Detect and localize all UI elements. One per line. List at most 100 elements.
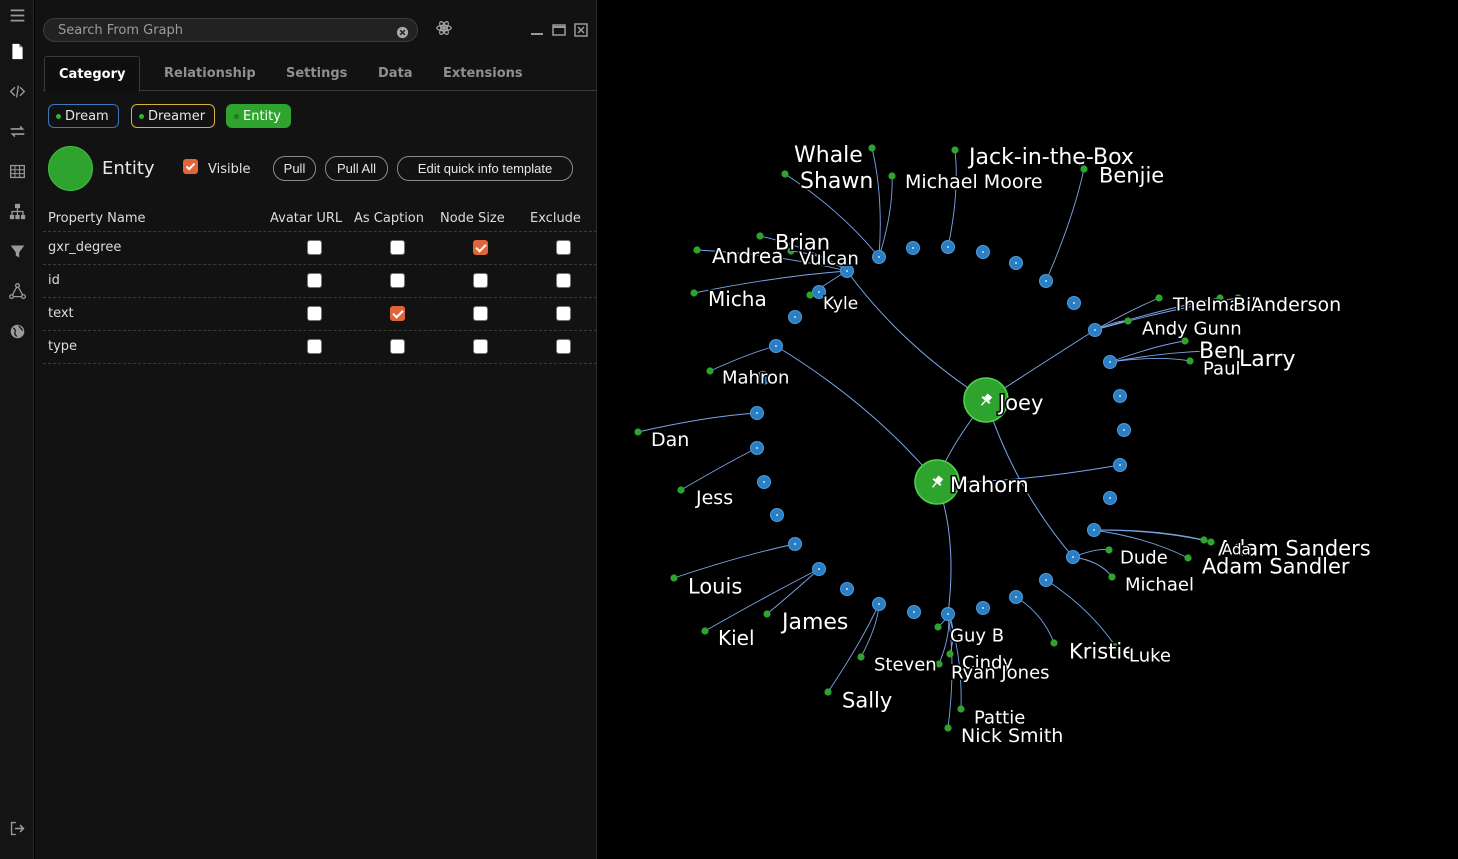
entity-node[interactable] [1155, 294, 1163, 302]
pull-button[interactable]: Pull [273, 156, 316, 181]
entity-node[interactable] [888, 172, 896, 180]
logout-icon[interactable] [7, 818, 27, 838]
globe-icon[interactable] [7, 321, 27, 341]
menu-icon[interactable] [7, 5, 27, 25]
dream-node[interactable] [1113, 458, 1127, 472]
dream-node[interactable] [750, 406, 764, 420]
node-size-checkbox[interactable] [473, 273, 488, 288]
avatar-url-checkbox[interactable] [307, 339, 322, 354]
avatar-url-checkbox[interactable] [307, 240, 322, 255]
category-chip-dream[interactable]: Dream [48, 104, 119, 128]
atom-settings-icon[interactable] [435, 19, 453, 37]
category-chip-entity[interactable]: Entity [226, 104, 291, 128]
dream-node[interactable] [1066, 550, 1080, 564]
maximize-icon[interactable] [552, 22, 566, 36]
dream-node[interactable] [1117, 423, 1131, 437]
dream-node[interactable] [872, 250, 886, 264]
entity-node[interactable] [946, 650, 954, 658]
entity-node[interactable] [857, 653, 865, 661]
hierarchy-icon[interactable] [7, 201, 27, 221]
visible-checkbox[interactable] [183, 159, 198, 174]
dream-node[interactable] [788, 310, 802, 324]
dream-node[interactable] [770, 508, 784, 522]
dream-node[interactable] [976, 601, 990, 615]
as-caption-checkbox[interactable] [390, 240, 405, 255]
dream-node[interactable] [757, 475, 771, 489]
exclude-checkbox[interactable] [556, 273, 571, 288]
entity-node[interactable] [677, 486, 685, 494]
dream-node[interactable] [769, 339, 783, 353]
table-icon[interactable] [7, 161, 27, 181]
entity-node[interactable] [944, 724, 952, 732]
entity-node[interactable] [706, 367, 714, 375]
entity-node[interactable] [1184, 554, 1192, 562]
document-icon[interactable] [7, 41, 27, 61]
entity-node[interactable] [1200, 536, 1208, 544]
code-icon[interactable] [7, 81, 27, 101]
dream-node[interactable] [1039, 573, 1053, 587]
minimize-icon[interactable] [530, 22, 544, 36]
node-size-checkbox[interactable] [473, 339, 488, 354]
as-caption-checkbox[interactable] [390, 339, 405, 354]
close-panel-icon[interactable] [574, 22, 588, 37]
graph-svg[interactable]: JoeyMahornWhale Jack-in-the-BoxShawn Micha… [598, 0, 1458, 859]
entity-node[interactable] [951, 146, 959, 154]
dream-node[interactable] [1088, 323, 1102, 337]
avatar-url-checkbox[interactable] [307, 306, 322, 321]
entity-node[interactable] [693, 246, 701, 254]
dream-node[interactable] [1067, 296, 1081, 310]
dream-node[interactable] [1009, 256, 1023, 270]
dream-node[interactable] [1103, 355, 1117, 369]
swap-arrows-icon[interactable] [7, 121, 27, 141]
entity-node[interactable] [781, 170, 789, 178]
entity-node[interactable] [670, 574, 678, 582]
network-icon[interactable] [7, 281, 27, 301]
tab-extensions[interactable]: Extensions [429, 56, 537, 91]
entity-node[interactable] [1105, 546, 1113, 554]
node-size-checkbox[interactable] [473, 306, 488, 321]
pull-all-button[interactable]: Pull All [325, 156, 388, 181]
entity-node[interactable] [1124, 317, 1132, 325]
dream-node[interactable] [906, 241, 920, 255]
entity-node[interactable] [1108, 573, 1116, 581]
dream-node[interactable] [941, 240, 955, 254]
edit-quick-info-template-button[interactable]: Edit quick info template [397, 156, 573, 181]
graph-canvas[interactable]: Joey Mahorn Whale Jack-in-the-Box Shawn Micha… [598, 0, 1458, 859]
as-caption-checkbox[interactable] [390, 306, 405, 321]
entity-node[interactable] [934, 623, 942, 631]
exclude-checkbox[interactable] [556, 339, 571, 354]
avatar-url-checkbox[interactable] [307, 273, 322, 288]
entity-node[interactable] [824, 688, 832, 696]
entity-node[interactable] [756, 232, 764, 240]
category-color-swatch[interactable] [48, 146, 93, 191]
as-caption-checkbox[interactable] [390, 273, 405, 288]
dream-node[interactable] [840, 582, 854, 596]
entity-node[interactable] [763, 610, 771, 618]
dream-node[interactable] [1039, 274, 1053, 288]
dream-node[interactable] [1087, 523, 1101, 537]
entity-node[interactable] [701, 627, 709, 635]
entity-node[interactable] [957, 705, 965, 713]
dream-node[interactable] [750, 441, 764, 455]
clear-search-icon[interactable] [396, 24, 409, 39]
exclude-checkbox[interactable] [556, 306, 571, 321]
category-chip-dreamer[interactable]: Dreamer [131, 104, 216, 128]
dream-node[interactable] [1103, 491, 1117, 505]
tab-relationship[interactable]: Relationship [150, 56, 270, 91]
dream-node[interactable] [872, 597, 886, 611]
entity-node[interactable] [634, 428, 642, 436]
tab-settings[interactable]: Settings [272, 56, 361, 91]
dream-node[interactable] [907, 605, 921, 619]
dream-node[interactable] [1113, 389, 1127, 403]
entity-node[interactable] [690, 289, 698, 297]
graph-search-input[interactable] [58, 22, 388, 39]
dream-node[interactable] [941, 607, 955, 621]
dream-node[interactable] [976, 245, 990, 259]
entity-node[interactable] [806, 291, 814, 299]
dream-node[interactable] [1009, 590, 1023, 604]
dream-node[interactable] [788, 537, 802, 551]
exclude-checkbox[interactable] [556, 240, 571, 255]
entity-node[interactable] [1050, 639, 1058, 647]
entity-node[interactable] [868, 144, 876, 152]
dream-node[interactable] [812, 562, 826, 576]
